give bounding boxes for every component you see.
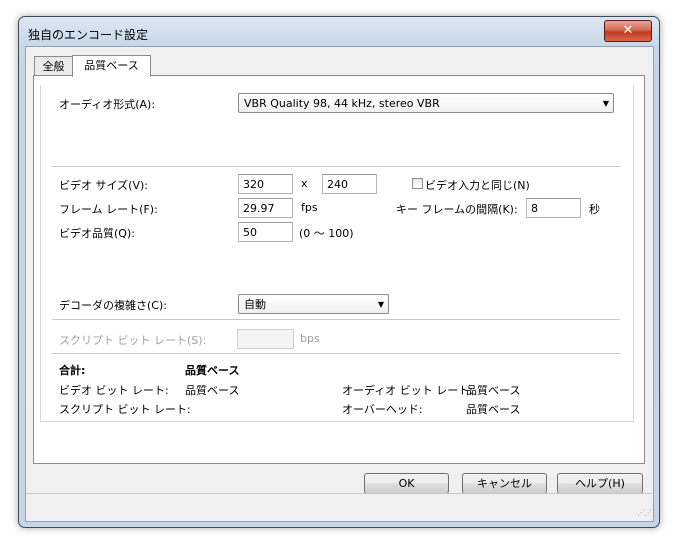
script-bitrate-summary-label: スクリプト ビット レート: [59, 403, 191, 416]
divider [52, 353, 620, 354]
decoder-complexity-select[interactable]: 自動 ▼ [238, 294, 389, 314]
audio-format-value: VBR Quality 98, 44 kHz, stereo VBR [244, 97, 440, 110]
video-quality-input[interactable]: 50 [238, 222, 293, 242]
frame-rate-label: フレーム レート(F): [59, 203, 158, 216]
decoder-complexity-label: デコーダの複雑さ(C): [59, 299, 167, 312]
tab-general-label: 全般 [42, 60, 65, 73]
divider [52, 166, 620, 167]
video-quality-label: ビデオ品質(Q): [59, 227, 135, 240]
audio-format-select[interactable]: VBR Quality 98, 44 kHz, stereo VBR ▼ [238, 93, 614, 113]
overhead-label: オーバーヘッド: [342, 403, 423, 416]
same-as-input-label[interactable]: ビデオ入力と同じ(N) [425, 177, 530, 193]
script-bitrate-input [237, 329, 294, 349]
audio-format-label: オーディオ形式(A): [59, 98, 156, 111]
audio-bitrate-label: オーディオ ビット レート: [342, 384, 473, 397]
keyframe-interval-input[interactable]: 8 [526, 198, 581, 218]
resize-grip-icon[interactable]: ⋰⋰ [637, 508, 652, 517]
chevron-down-icon: ▼ [602, 99, 609, 108]
ok-button[interactable]: OK [364, 473, 449, 494]
status-bar [26, 493, 652, 520]
video-bitrate-value: 品質ベース [185, 384, 240, 397]
video-width-input[interactable]: 320 [238, 174, 293, 194]
divider [52, 319, 620, 320]
tab-quality-based-label: 品質ベース [84, 59, 139, 72]
keyframe-interval-label: キー フレームの間隔(K): [396, 203, 518, 216]
decoder-complexity-value: 自動 [244, 298, 266, 311]
times-sign: x [301, 177, 308, 190]
cancel-button[interactable]: キャンセル [462, 473, 547, 494]
overhead-value: 品質ベース [466, 403, 521, 416]
video-height-input[interactable]: 240 [322, 174, 377, 194]
tab-general[interactable]: 全般 [34, 56, 73, 76]
total-label: 合計: [59, 364, 86, 377]
same-as-input-checkbox[interactable] [412, 178, 423, 189]
video-quality-range: (0 ～ 100) [299, 227, 354, 240]
video-size-label: ビデオ サイズ(V): [59, 179, 148, 192]
close-icon: ✕ [622, 23, 634, 38]
help-button[interactable]: ヘルプ(H) [557, 473, 643, 494]
frame-rate-input[interactable]: 29.97 [238, 198, 293, 218]
settings-group [40, 85, 634, 422]
video-bitrate-label: ビデオ ビット レート: [59, 384, 169, 397]
tab-quality-based[interactable]: 品質ベース [72, 55, 151, 77]
total-value: 品質ベース [185, 364, 240, 377]
script-bitrate-label: スクリプト ビット レート(S): [59, 334, 207, 347]
window-title: 独自のエンコード設定 [28, 28, 149, 42]
seconds-unit: 秒 [589, 203, 600, 216]
chevron-down-icon: ▼ [377, 300, 384, 309]
close-button[interactable]: ✕ [604, 20, 652, 42]
fps-unit: fps [301, 201, 318, 214]
audio-bitrate-value: 品質ベース [466, 384, 521, 397]
bps-unit: bps [300, 332, 320, 345]
